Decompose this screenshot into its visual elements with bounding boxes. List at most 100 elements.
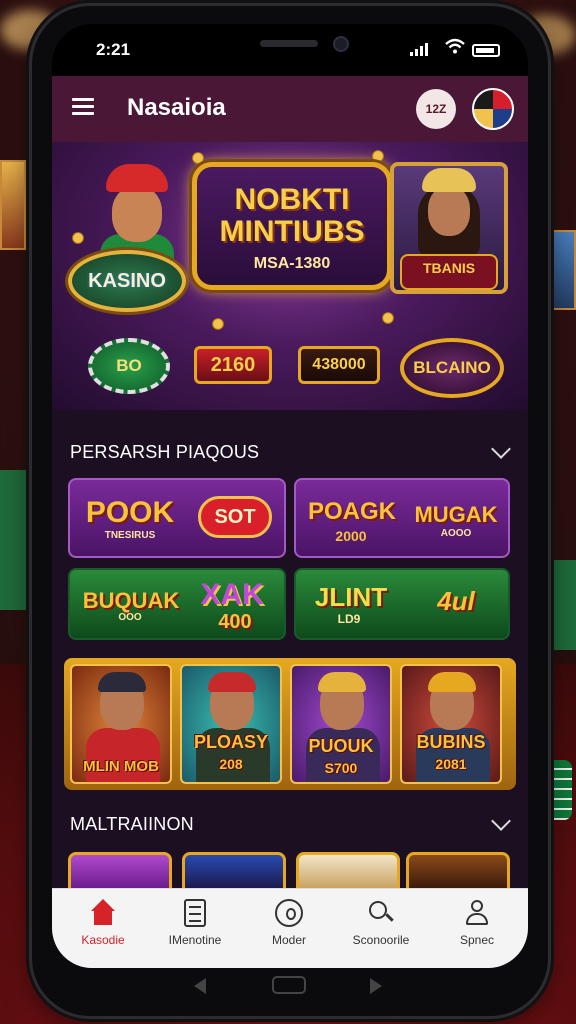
user-avatar[interactable]	[472, 88, 514, 130]
promo-sign-line2: MINTIUBS	[219, 215, 365, 248]
nav-item-label: Kasodie	[81, 933, 125, 947]
nav-item-label: Moder	[271, 933, 306, 947]
game-card[interactable]: PLOASY 208	[180, 664, 282, 784]
chip-badge-label: BO	[116, 356, 142, 375]
game-tile-title: POAGK	[307, 498, 396, 525]
game-tile[interactable]: JLINT LD9 4ul	[294, 568, 510, 640]
game-tile-subtitle: 2000	[335, 528, 367, 544]
mascot-character-left	[100, 164, 174, 264]
game-tile[interactable]: POAGK 2000 MUGAK AOOO	[294, 478, 510, 558]
section-title: PERSARSH PIAQOUS	[70, 442, 260, 462]
casino-oval-label: BLCAINO	[413, 358, 491, 377]
promo-banner[interactable]: KASINO NOBKTI MINTIUBS MSA-1380 TBANIS B…	[52, 142, 528, 410]
casino-oval-badge: BLCAINO	[400, 338, 504, 398]
game-tile-title: BUQUAK	[82, 588, 180, 613]
game-card-label: BUBINS	[416, 732, 486, 752]
game-card[interactable]: BUBINS 2081	[400, 664, 502, 784]
background-slot-screen	[548, 230, 576, 310]
circle-icon	[275, 899, 303, 927]
home-button-icon[interactable]	[272, 976, 306, 994]
promo-sign: NOBKTI MINTIUBS MSA-1380	[192, 162, 392, 290]
nav-item-search[interactable]: Sconoorile	[336, 899, 426, 947]
game-tile-title: JLINT	[314, 582, 388, 612]
game-card-sublabel: S700	[324, 760, 358, 776]
system-navigation-bar	[52, 970, 528, 1006]
game-tile-subtitle: TNESIRUS	[104, 530, 156, 541]
coin-icon	[382, 312, 394, 324]
nav-item-moder[interactable]: Moder	[244, 899, 334, 947]
game-thumbnail[interactable]	[182, 852, 286, 892]
section-title: MALTRAIINON	[70, 814, 194, 834]
casino-badge: KASINO	[68, 250, 186, 312]
coin-icon	[212, 318, 224, 330]
game-tile-subtitle: LD9	[337, 612, 361, 626]
game-thumbnail[interactable]	[296, 852, 400, 892]
game-tile-side-title: XAK	[200, 578, 264, 611]
coin-icon	[192, 152, 204, 164]
games-content: PERSARSH PIAQOUS POOK TNESIRUS SOT POAGK…	[52, 410, 528, 892]
game-tile-title: POOK	[85, 496, 175, 529]
nav-item-menu[interactable]: IMenotine	[150, 899, 240, 947]
game-card-sublabel: 208	[219, 756, 243, 772]
jackpot-plaque-value: 2160	[210, 354, 256, 376]
search-icon	[367, 899, 395, 927]
jackpot-plaque-value: 438000	[312, 356, 366, 373]
game-tile[interactable]: POOK TNESIRUS SOT	[68, 478, 286, 558]
app-title: Nasaioia	[127, 94, 226, 121]
game-tile-side-title: 4ul	[437, 586, 475, 616]
chevron-down-icon[interactable]	[491, 439, 511, 459]
game-tile-side-title: MUGAK	[414, 502, 498, 527]
nav-item-label: Sconoorile	[352, 933, 410, 947]
dealer-plate-label: TBANIS	[422, 260, 476, 276]
section-header[interactable]: MALTRAIINON	[70, 810, 511, 840]
app-header: Nasaioia 12Z	[52, 76, 528, 142]
slot-badge-label: SOT	[214, 506, 256, 528]
battery-icon	[472, 44, 500, 57]
game-tile-subtitle: OOO	[118, 612, 142, 623]
hamburger-menu-icon[interactable]	[72, 98, 94, 116]
coin-icon	[372, 150, 384, 162]
signal-icon	[410, 43, 428, 56]
home-icon	[89, 899, 117, 927]
front-camera	[333, 36, 349, 52]
nav-item-home[interactable]: Kasodie	[58, 899, 148, 947]
phone-screen: 2:21 Nasaioia 12Z KASINO NOBKTI MINTIUBS…	[52, 24, 528, 968]
game-card[interactable]: PUOUK S700	[290, 664, 392, 784]
nav-item-label: Spnec	[459, 933, 495, 947]
wifi-icon	[445, 38, 465, 54]
speaker-grille	[260, 40, 318, 47]
chip-badge: BO	[88, 338, 170, 394]
game-thumbnail[interactable]	[68, 852, 172, 892]
promo-sign-line3: MSA-1380	[253, 255, 331, 272]
game-thumbnail[interactable]	[406, 852, 510, 892]
game-card-label: PUOUK	[308, 736, 374, 756]
nav-item-profile[interactable]: Spnec	[432, 899, 522, 947]
jackpot-plaque: 438000	[298, 346, 380, 384]
game-card-label: MLIN MOB	[83, 758, 159, 775]
coin-icon	[72, 232, 84, 244]
status-bar: 2:21	[52, 24, 528, 76]
game-tile-side-subtitle: AOOO	[440, 528, 472, 539]
notification-badge[interactable]: 12Z	[416, 89, 456, 129]
slot-badge: SOT	[198, 496, 272, 538]
document-icon	[184, 899, 206, 927]
section-header[interactable]: PERSARSH PIAQOUS	[70, 438, 511, 468]
nav-item-label: IMenotine	[168, 933, 222, 947]
game-card[interactable]: MLIN MOB	[70, 664, 172, 784]
bottom-navigation: Kasodie IMenotine Moder Sconoorile Spnec	[52, 888, 528, 968]
jackpot-plaque: 2160	[194, 346, 272, 384]
game-tile[interactable]: BUQUAK OOO XAK 400	[68, 568, 286, 640]
chevron-down-icon[interactable]	[491, 811, 511, 831]
casino-badge-label: KASINO	[88, 270, 166, 292]
status-time: 2:21	[96, 40, 131, 59]
game-card-sublabel: 2081	[435, 756, 467, 772]
game-tile-side-subtitle: 400	[218, 611, 252, 633]
dealer-plate: TBANIS	[400, 254, 498, 290]
dealer-character-right: TBANIS	[390, 162, 508, 294]
featured-games-row: MLIN MOB PLOASY 208 PUOUK S700 BUBINS 20…	[64, 658, 516, 790]
recents-icon[interactable]	[370, 978, 382, 994]
person-icon	[463, 899, 491, 927]
background-table-felt	[546, 560, 576, 650]
promo-sign-line1: NOBKTI	[234, 183, 350, 216]
back-icon[interactable]	[194, 978, 206, 994]
